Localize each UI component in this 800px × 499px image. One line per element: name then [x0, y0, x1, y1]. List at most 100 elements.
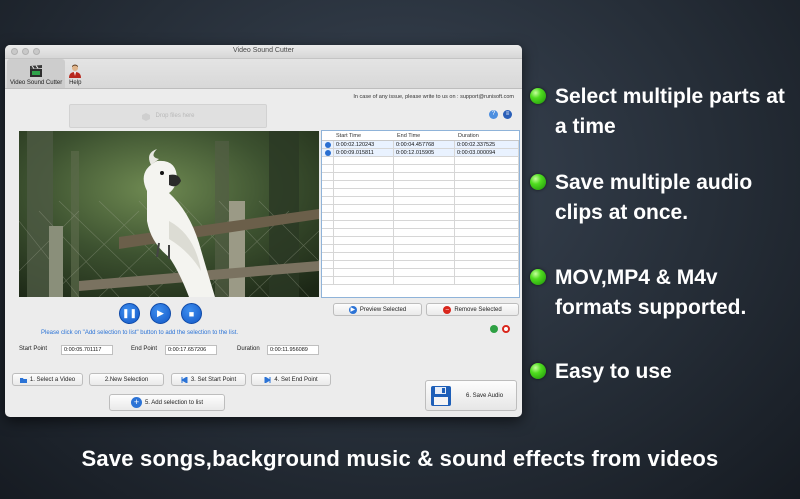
person-help-icon — [69, 64, 82, 78]
col-start-time: Start Time — [336, 133, 362, 139]
empty-table-row — [322, 245, 519, 253]
remove-selected-label: Remove Selected — [454, 306, 502, 313]
row-play-icon[interactable] — [322, 141, 334, 148]
set-start-point-label: 3. Set Start Point — [190, 376, 237, 383]
video-frame-image — [19, 131, 319, 297]
empty-table-row — [322, 157, 519, 165]
toolbar-item-label: Help — [69, 80, 82, 86]
app-window: Video Sound Cutter Video Sound Cutter He… — [5, 45, 522, 417]
save-audio-label: 6. Save Audio — [466, 392, 504, 399]
footer-tagline: Save songs,background music & sound effe… — [81, 446, 719, 471]
table-header: Start Time End Time Duration — [322, 131, 519, 141]
set-end-point-button[interactable]: 4. Set End Point — [251, 373, 331, 386]
drop-area[interactable]: Drop files here — [69, 104, 267, 128]
select-video-label: 1. Select a Video — [29, 376, 76, 383]
toolbar-item-help[interactable]: Help — [65, 59, 85, 88]
floppy-disk-icon — [431, 385, 451, 406]
end-point-label: End Point — [131, 346, 158, 352]
drop-area-label: Drop files here — [155, 113, 195, 119]
feature-text: Save multiple audio clips at once. — [555, 171, 753, 224]
help-question-icon[interactable]: ? — [489, 110, 498, 119]
empty-table-row — [322, 205, 519, 213]
play-button[interactable]: ▶ — [150, 303, 171, 324]
toolbar-item-video-sound-cutter[interactable]: Video Sound Cutter — [7, 59, 66, 88]
selection-table[interactable]: Start Time End Time Duration 0:00:02.120… — [321, 130, 520, 298]
end-point-field[interactable]: 0:00:17.657206 — [165, 345, 217, 355]
empty-table-row — [322, 229, 519, 237]
empty-table-row — [322, 189, 519, 197]
empty-table-row — [322, 173, 519, 181]
check-icon — [490, 325, 498, 333]
feature-bullet: Save multiple audio clips at once. — [530, 168, 795, 228]
green-bullet-icon — [530, 269, 546, 285]
preview-selected-label: Preview Selected — [359, 306, 407, 313]
plus-icon: + — [130, 397, 142, 408]
new-selection-label: 2.New Selection — [104, 376, 149, 383]
empty-table-row — [322, 261, 519, 269]
folder-icon — [19, 377, 27, 383]
preview-selected-button[interactable]: ▶ Preview Selected — [333, 303, 422, 316]
start-point-field[interactable]: 0:00:05.701117 — [61, 345, 113, 355]
duration-label: Duration — [237, 346, 260, 352]
add-selection-button[interactable]: + 5. Add selection to list — [109, 394, 225, 411]
toolbar: Video Sound Cutter Help — [5, 59, 522, 89]
empty-table-row — [322, 253, 519, 261]
box-icon — [142, 112, 151, 121]
support-text: In case of any issue, please write to us… — [353, 94, 514, 100]
save-audio-button[interactable]: 6. Save Audio — [425, 380, 517, 411]
green-bullet-icon — [530, 363, 546, 379]
cell-start: 0:00:02.120243 — [334, 141, 394, 148]
add-selection-label: 5. Add selection to list — [144, 399, 204, 406]
empty-table-row — [322, 213, 519, 221]
select-video-button[interactable]: 1. Select a Video — [12, 373, 83, 386]
cell-start: 0:00:09.015811 — [334, 149, 394, 156]
feature-bullet: Select multiple parts at a time — [530, 82, 795, 142]
remove-selected-button[interactable]: – Remove Selected — [426, 303, 519, 316]
col-duration: Duration — [458, 133, 479, 139]
toolbar-item-label: Video Sound Cutter — [10, 80, 63, 86]
green-bullet-icon — [530, 174, 546, 190]
help-icons: ? ≡ — [489, 110, 512, 119]
title-bar: Video Sound Cutter — [5, 45, 522, 59]
col-end-time: End Time — [397, 133, 421, 139]
row-play-icon[interactable] — [322, 149, 334, 156]
clapperboard-icon — [30, 65, 43, 77]
set-start-point-button[interactable]: 3. Set Start Point — [171, 373, 246, 386]
feature-text: MOV,MP4 & M4v formats supported. — [555, 266, 747, 319]
new-selection-button[interactable]: 2.New Selection — [89, 373, 164, 386]
empty-table-row — [322, 181, 519, 189]
empty-table-row — [322, 237, 519, 245]
table-row[interactable]: 0:00:02.120243 0:00:04.457768 0:00:02.33… — [322, 141, 519, 149]
status-icons — [490, 325, 510, 333]
duration-field[interactable]: 0:00:11.956089 — [267, 345, 319, 355]
pause-button[interactable]: ❚❚ — [119, 303, 140, 324]
bracket-start-icon — [180, 376, 188, 383]
feature-text: Select multiple parts at a time — [555, 85, 785, 138]
cell-end: 0:00:12.015905 — [394, 149, 455, 156]
cell-duration: 0:00:03.000094 — [455, 149, 519, 156]
feature-bullet: MOV,MP4 & M4v formats supported. — [530, 263, 795, 323]
feature-text: Easy to use — [555, 360, 672, 383]
cell-end: 0:00:04.457768 — [394, 141, 455, 148]
preview-icon: ▶ — [348, 305, 357, 314]
playback-controls: ❚❚ ▶ ■ — [119, 303, 202, 324]
start-point-label: Start Point — [19, 346, 48, 352]
table-row[interactable]: 0:00:09.015811 0:00:12.015905 0:00:03.00… — [322, 149, 519, 157]
stop-button[interactable]: ■ — [181, 303, 202, 324]
empty-table-row — [322, 277, 519, 285]
cell-duration: 0:00:02.337525 — [455, 141, 519, 148]
bracket-end-icon — [264, 376, 272, 383]
selection-hint: Please click on "Add selection to list" … — [41, 330, 239, 336]
video-preview[interactable] — [19, 131, 319, 297]
empty-table-row — [322, 197, 519, 205]
empty-table-row — [322, 165, 519, 173]
green-bullet-icon — [530, 88, 546, 104]
feature-bullet: Easy to use — [530, 357, 795, 387]
empty-rows — [322, 157, 519, 285]
empty-table-row — [322, 269, 519, 277]
no-entry-icon — [502, 325, 510, 333]
set-end-point-label: 4. Set End Point — [274, 376, 318, 383]
empty-table-row — [322, 221, 519, 229]
window-title: Video Sound Cutter — [233, 47, 294, 54]
info-list-icon[interactable]: ≡ — [503, 110, 512, 119]
